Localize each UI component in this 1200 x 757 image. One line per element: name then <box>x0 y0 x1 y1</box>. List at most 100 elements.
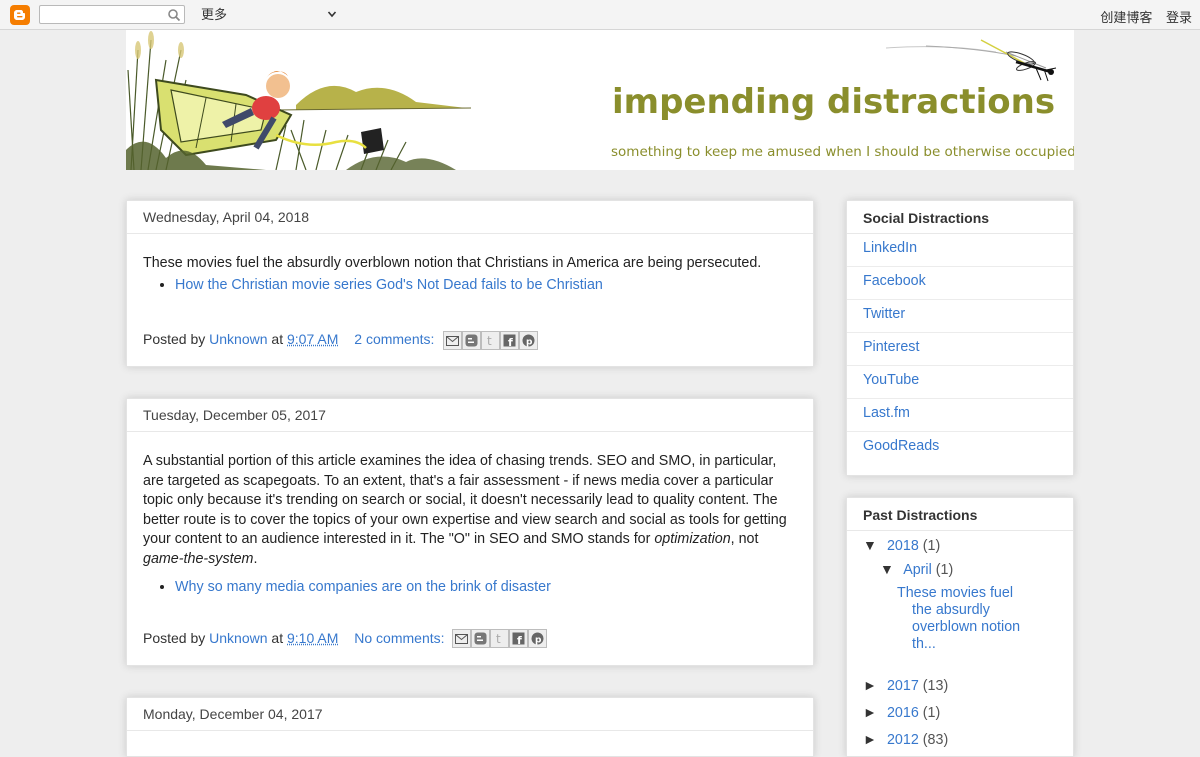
blog-archive-widget: Past Distractions ▼ 2018 (1) ▼ April (1)… <box>846 497 1074 757</box>
svg-text:f: f <box>508 336 513 347</box>
social-link-item: YouTube <box>847 366 1073 399</box>
post-author-link[interactable]: Unknown <box>209 630 267 646</box>
archive-year-link[interactable]: 2012 <box>887 732 919 748</box>
header-illustration-image <box>126 30 486 170</box>
posted-by-label: Posted by <box>143 331 205 347</box>
svg-text:p: p <box>526 338 533 348</box>
expand-toggle-icon[interactable]: ► <box>863 677 883 693</box>
post-date: Wednesday, April 04, 2018 <box>127 201 813 234</box>
search-icon[interactable] <box>167 8 181 22</box>
svg-text:t: t <box>487 334 492 347</box>
expand-toggle-icon[interactable]: ▼ <box>880 561 900 577</box>
blog-title[interactable]: impending distractions <box>612 82 1055 122</box>
post-timestamp-link[interactable]: 9:07 AM <box>287 331 338 347</box>
search-input[interactable] <box>40 6 164 23</box>
youtube-link[interactable]: YouTube <box>863 372 919 388</box>
post-link-list: Why so many media companies are on the b… <box>143 578 797 598</box>
social-link-item: GoodReads <box>847 432 1073 465</box>
at-label: at <box>271 630 283 646</box>
post-text-italic: optimization <box>654 531 730 547</box>
facebook-share-icon[interactable]: f <box>500 331 519 350</box>
archive-count: (1) <box>923 705 940 721</box>
post-article-link[interactable]: Why so many media companies are on the b… <box>175 579 551 595</box>
blog-header: impending distractions something to keep… <box>126 30 1074 170</box>
facebook-share-icon[interactable]: f <box>509 629 528 648</box>
post-link-item: Why so many media companies are on the b… <box>175 578 797 598</box>
blogthis-share-icon[interactable] <box>471 629 490 648</box>
blog-post: Wednesday, April 04, 2018 These movies f… <box>126 200 814 367</box>
social-link-item: Twitter <box>847 300 1073 333</box>
post-link-item: How the Christian movie series God's Not… <box>175 276 797 296</box>
social-link-item: Last.fm <box>847 399 1073 432</box>
post-text-part: . <box>253 551 257 567</box>
facebook-link[interactable]: Facebook <box>863 273 926 289</box>
post-footer: Posted by Unknown at 9:07 AM 2 comments: <box>143 331 434 347</box>
social-link-item: Facebook <box>847 267 1073 300</box>
archive-count: (1) <box>936 562 953 578</box>
pinterest-share-icon[interactable]: p <box>519 331 538 350</box>
archive-post-link[interactable]: These movies fuel the absurdly overblown… <box>897 585 1027 653</box>
archive-count: (13) <box>923 678 948 694</box>
search-box <box>39 5 185 24</box>
blog-post: Tuesday, December 05, 2017 A substantial… <box>126 398 814 666</box>
archive-month-link[interactable]: April <box>903 562 932 578</box>
social-links-widget: Social Distractions LinkedIn Facebook Tw… <box>846 200 1074 476</box>
dragonfly-illustration-image <box>886 38 1066 88</box>
archive-count: (1) <box>923 538 940 554</box>
email-share-icon[interactable] <box>443 331 462 350</box>
archive-year-link[interactable]: 2017 <box>887 678 919 694</box>
post-body: A substantial portion of this article ex… <box>127 432 813 598</box>
twitter-link[interactable]: Twitter <box>863 306 905 322</box>
expand-toggle-icon[interactable]: ► <box>863 704 883 720</box>
archive-year-link[interactable]: 2018 <box>887 538 919 554</box>
login-link[interactable]: 登录 <box>1166 10 1192 25</box>
goodreads-link[interactable]: GoodReads <box>863 438 939 454</box>
lastfm-link[interactable]: Last.fm <box>863 405 910 421</box>
post-comments-link[interactable]: 2 comments: <box>354 331 434 347</box>
post-comments-link[interactable]: No comments: <box>354 630 444 646</box>
blog-tagline: something to keep me amused when I shoul… <box>611 144 1074 160</box>
chevron-down-icon <box>327 9 337 19</box>
create-blog-link[interactable]: 创建博客 <box>1100 10 1152 25</box>
post-article-link[interactable]: How the Christian movie series God's Not… <box>175 277 603 293</box>
archive-year-link[interactable]: 2016 <box>887 705 919 721</box>
pinterest-share-icon[interactable]: p <box>528 629 547 648</box>
widget-title: Past Distractions <box>847 498 1073 531</box>
expand-toggle-icon[interactable]: ► <box>863 731 883 747</box>
at-label: at <box>271 331 283 347</box>
post-text: These movies fuel the absurdly overblown… <box>143 254 797 274</box>
post-text-italic: game-the-system <box>143 551 253 567</box>
svg-text:t: t <box>496 632 501 645</box>
archive-post-item: These movies fuel the absurdly overblown… <box>897 585 1027 653</box>
share-buttons: t f p <box>443 331 538 351</box>
archive-year-2017: ► 2017 (13) <box>863 677 948 694</box>
share-buttons: t f p <box>452 629 547 649</box>
twitter-share-icon[interactable]: t <box>481 331 500 350</box>
more-label: 更多 <box>201 7 227 22</box>
svg-text:f: f <box>517 634 522 645</box>
post-timestamp-link[interactable]: 9:10 AM <box>287 630 338 646</box>
twitter-share-icon[interactable]: t <box>490 629 509 648</box>
archive-year-2018: ▼ 2018 (1) <box>863 537 940 554</box>
post-author-link[interactable]: Unknown <box>209 331 267 347</box>
archive-year-2016: ► 2016 (1) <box>863 704 940 721</box>
blogger-navbar: 更多 创建博客 登录 <box>0 0 1200 30</box>
expand-toggle-icon[interactable]: ▼ <box>863 537 883 553</box>
post-footer: Posted by Unknown at 9:10 AM No comments… <box>143 630 445 646</box>
post-body: These movies fuel the absurdly overblown… <box>127 234 813 295</box>
blog-post: Monday, December 04, 2017 <box>126 697 814 757</box>
blogthis-share-icon[interactable] <box>462 331 481 350</box>
linkedin-link[interactable]: LinkedIn <box>863 240 917 256</box>
email-share-icon[interactable] <box>452 629 471 648</box>
blogger-logo-icon[interactable] <box>10 5 30 25</box>
pinterest-link[interactable]: Pinterest <box>863 339 919 355</box>
more-dropdown[interactable]: 更多 <box>201 5 339 24</box>
post-text: A substantial portion of this article ex… <box>143 452 797 569</box>
post-date: Monday, December 04, 2017 <box>127 698 813 731</box>
archive-month-april: ▼ April (1) <box>880 561 953 578</box>
posted-by-label: Posted by <box>143 630 205 646</box>
svg-text:p: p <box>535 636 542 646</box>
nav-right: 创建博客 登录 <box>1100 7 1192 26</box>
social-link-item: LinkedIn <box>847 234 1073 267</box>
social-link-item: Pinterest <box>847 333 1073 366</box>
